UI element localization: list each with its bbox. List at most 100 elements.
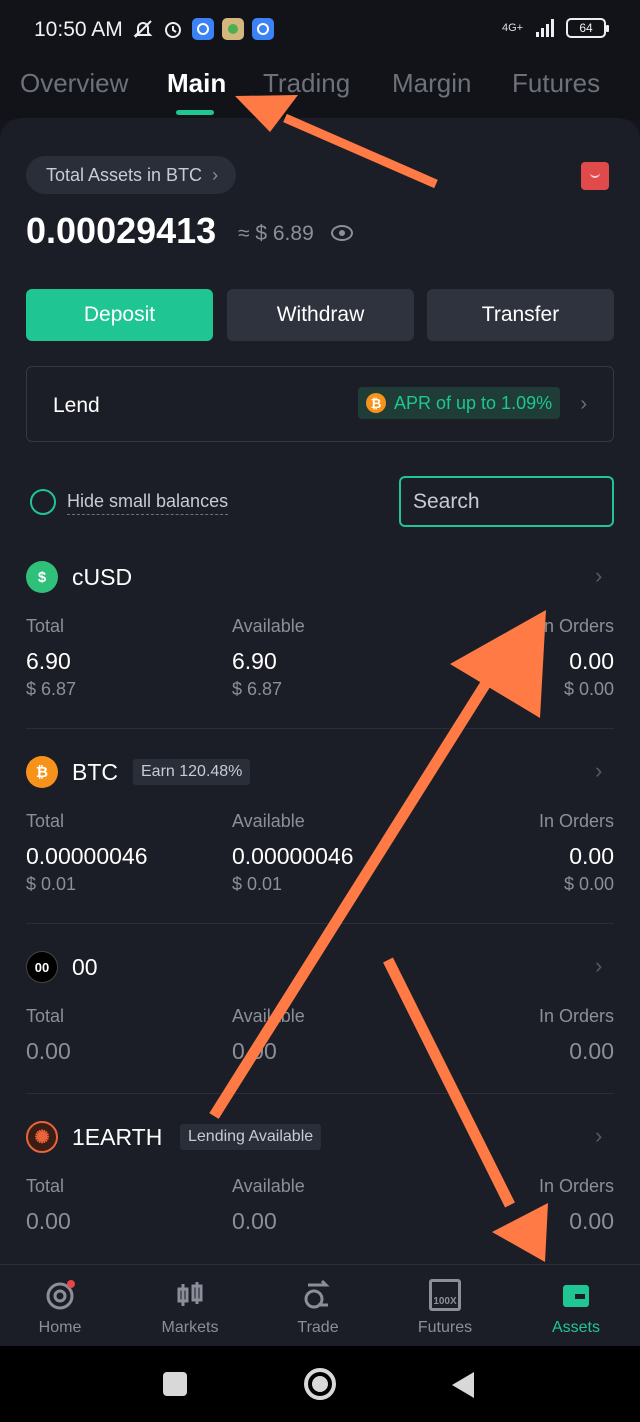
alarm-icon bbox=[162, 18, 184, 40]
divider bbox=[26, 1093, 614, 1094]
withdraw-button[interactable]: Withdraw bbox=[227, 289, 414, 341]
hide-small-balances-radio[interactable] bbox=[30, 489, 56, 515]
asset-name: 00 bbox=[72, 954, 98, 980]
in-orders-label: In Orders bbox=[538, 1006, 614, 1026]
nav-trade-label: Trade bbox=[297, 1319, 339, 1336]
signal-icon bbox=[536, 19, 554, 37]
apr-text: APR of up to 1.09% bbox=[394, 392, 553, 413]
total-value: 0.00 bbox=[26, 1038, 71, 1064]
search-input[interactable] bbox=[399, 476, 614, 527]
in-orders-value: 0.00 bbox=[569, 1038, 614, 1064]
chevron-right-icon: › bbox=[595, 953, 603, 978]
app-notification-icon bbox=[222, 18, 244, 40]
in-orders-usd: $ 0.00 bbox=[563, 874, 614, 894]
in-orders-value: 0.00 bbox=[569, 1208, 614, 1234]
in-orders-label: In Orders bbox=[538, 1176, 614, 1196]
nav-home[interactable]: Home bbox=[0, 1265, 120, 1347]
mute-bell-icon bbox=[132, 18, 154, 40]
nav-markets-label: Markets bbox=[161, 1319, 219, 1336]
total-value: 0.00000046 bbox=[26, 843, 148, 869]
tab-futures[interactable]: Futures bbox=[512, 68, 600, 99]
back-icon[interactable] bbox=[452, 1372, 474, 1398]
asset-name: BTC bbox=[72, 759, 118, 785]
nav-futures[interactable]: 100X Futures bbox=[385, 1265, 505, 1347]
chevron-right-icon: › bbox=[580, 393, 587, 415]
trade-icon bbox=[304, 1279, 330, 1309]
wallet-icon bbox=[563, 1285, 589, 1307]
hide-small-balances-label[interactable]: Hide small balances bbox=[67, 491, 229, 515]
tab-overview[interactable]: Overview bbox=[20, 68, 128, 99]
tab-trading[interactable]: Trading bbox=[263, 68, 350, 99]
recents-icon[interactable] bbox=[163, 1372, 187, 1396]
chevron-right-icon: › bbox=[595, 1123, 603, 1148]
account-tabs: Overview Main Trading Margin Futures bbox=[0, 62, 640, 120]
in-orders-value: 0.00 bbox=[569, 843, 614, 869]
apr-badge: ₿ APR of up to 1.09% bbox=[358, 387, 561, 419]
balance-usd: ≈ $ 6.89 bbox=[238, 222, 314, 245]
status-right: 4G+ 64 bbox=[502, 18, 609, 38]
nav-trade[interactable]: Trade bbox=[258, 1265, 378, 1347]
status-bar: 10:50 AM 4G+ 64 bbox=[0, 0, 640, 62]
total-label: Total bbox=[26, 1006, 65, 1026]
battery-level: 64 bbox=[579, 21, 593, 35]
transfer-button[interactable]: Transfer bbox=[427, 289, 614, 341]
1earth-coin-icon: ✺ bbox=[26, 1121, 58, 1153]
nav-assets-label: Assets bbox=[551, 1319, 600, 1336]
tab-main[interactable]: Main bbox=[167, 68, 226, 99]
active-tab-indicator bbox=[176, 110, 214, 115]
zerozero-coin-icon: 00 bbox=[26, 951, 58, 983]
messenger-icon bbox=[192, 18, 214, 40]
chevron-right-icon: › bbox=[212, 164, 219, 185]
eye-icon[interactable] bbox=[331, 225, 353, 241]
nav-assets[interactable]: Assets bbox=[516, 1265, 636, 1347]
candlestick-icon bbox=[177, 1282, 203, 1306]
btc-coin-icon: ₿ bbox=[366, 393, 386, 413]
tab-margin[interactable]: Margin bbox=[392, 68, 471, 99]
deposit-button[interactable]: Deposit bbox=[26, 289, 213, 341]
messenger-icon-2 bbox=[252, 18, 274, 40]
available-value: 0.00 bbox=[232, 1208, 277, 1234]
in-orders-label: In Orders bbox=[538, 616, 614, 636]
nav-futures-label: Futures bbox=[417, 1319, 473, 1336]
network-label: 4G+ bbox=[502, 22, 524, 34]
available-label: Available bbox=[232, 616, 305, 636]
cusd-coin-icon: $ bbox=[26, 561, 58, 593]
asset-name: 1EARTH bbox=[72, 1124, 163, 1150]
available-value: 0.00 bbox=[232, 1038, 277, 1064]
total-usd: $ 6.87 bbox=[26, 679, 77, 699]
status-time: 10:50 AM bbox=[34, 18, 123, 41]
system-nav-bar bbox=[0, 1346, 640, 1422]
total-value: 6.90 bbox=[26, 648, 71, 674]
available-value: 0.00000046 bbox=[232, 843, 354, 869]
total-usd: $ 0.01 bbox=[26, 874, 77, 894]
futures-icon: 100X bbox=[429, 1279, 461, 1311]
in-orders-value: 0.00 bbox=[569, 648, 614, 674]
total-label: Total bbox=[26, 1176, 65, 1196]
lend-banner[interactable]: Lend ₿ APR of up to 1.09% › bbox=[26, 366, 614, 442]
red-packet-icon[interactable] bbox=[581, 162, 609, 190]
total-value: 0.00 bbox=[26, 1208, 71, 1234]
available-label: Available bbox=[232, 1176, 305, 1196]
earn-badge[interactable]: Earn 120.48% bbox=[133, 759, 251, 785]
nav-markets[interactable]: Markets bbox=[130, 1265, 250, 1347]
total-assets-label: Total Assets in BTC bbox=[46, 164, 203, 185]
chevron-right-icon: › bbox=[595, 563, 603, 588]
in-orders-usd: $ 0.00 bbox=[563, 679, 614, 699]
available-label: Available bbox=[232, 811, 305, 831]
asset-name: cUSD bbox=[72, 564, 133, 590]
available-value: 6.90 bbox=[232, 648, 277, 674]
available-label: Available bbox=[232, 1006, 305, 1026]
total-assets-selector[interactable]: Total Assets in BTC › bbox=[26, 156, 237, 194]
nav-home-label: Home bbox=[38, 1319, 82, 1336]
btc-coin-icon: ₿ bbox=[26, 756, 58, 788]
in-orders-label: In Orders bbox=[538, 811, 614, 831]
total-label: Total bbox=[26, 616, 65, 636]
divider bbox=[26, 923, 614, 924]
home-button-icon[interactable] bbox=[304, 1368, 336, 1400]
lend-label: Lend bbox=[53, 394, 100, 417]
home-icon bbox=[46, 1280, 75, 1310]
balance-btc: 0.00029413 bbox=[26, 210, 217, 251]
bottom-nav: Home Markets Trade 100X Futures Assets bbox=[0, 1264, 640, 1346]
divider bbox=[26, 728, 614, 729]
lending-available-badge[interactable]: Lending Available bbox=[180, 1124, 322, 1150]
